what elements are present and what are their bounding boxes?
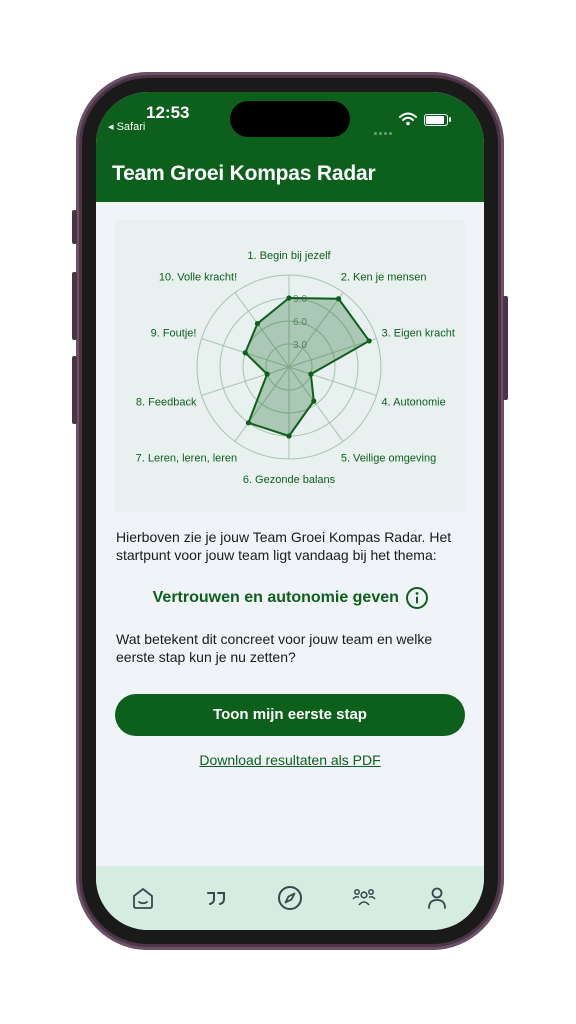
power-button <box>503 296 508 400</box>
axis-label: 8. Feedback <box>136 397 197 409</box>
app-screen: 12:53 ◂ Safari Team Groei Kompas Radar 3… <box>96 92 484 930</box>
app-header: 12:53 ◂ Safari Team Groei Kompas Radar <box>96 92 484 202</box>
download-pdf-link[interactable]: Download resultaten als PDF <box>115 752 465 768</box>
volume-up-button <box>72 272 77 340</box>
radar-point <box>311 398 317 404</box>
axis-label: 4. Autonomie <box>382 397 446 409</box>
wifi-icon <box>399 112 417 126</box>
volume-down-button <box>72 356 77 424</box>
axis-label: 3. Eigen kracht <box>382 327 455 339</box>
theme-label: Vertrouwen en autonomie geven <box>152 589 399 606</box>
team-icon <box>352 889 376 906</box>
tab-team[interactable] <box>350 884 378 912</box>
tab-home[interactable] <box>129 884 157 912</box>
axis-label: 2. Ken je mensen <box>341 271 427 283</box>
radar-point <box>242 350 248 356</box>
radar-series-area <box>244 297 371 437</box>
axis-label: 1. Begin bij jezelf <box>247 250 331 262</box>
radar-point <box>308 371 314 377</box>
radar-point <box>245 420 252 426</box>
intro-text: Hierboven zie je jouw Team Groei Kompas … <box>116 529 452 563</box>
axis-label: 10. Volle kracht! <box>159 271 237 283</box>
signal-icon <box>374 122 396 135</box>
quote-icon <box>207 892 225 905</box>
tab-profile[interactable] <box>423 884 451 912</box>
axis-label: 5. Veilige omgeving <box>341 453 436 465</box>
tab-quotes[interactable] <box>202 884 230 912</box>
radar-chart-card: 3.0 6.0 9.0 1. Begin bij jezelf 2. Ken je me… <box>115 220 465 512</box>
back-to-app-link[interactable]: ◂ Safari <box>108 120 145 133</box>
compass-icon <box>278 886 302 910</box>
action-button <box>72 210 77 244</box>
radar-chart: 3.06.09.01. Begin bij jezelf2. Ken je me… <box>136 250 455 486</box>
question-text: Wat betekent dit concreet voor jouw team… <box>116 631 433 665</box>
axis-label: 9. Foutje! <box>151 327 197 339</box>
profile-icon <box>428 887 446 909</box>
radar-point <box>286 433 292 439</box>
radar-point <box>254 320 261 327</box>
battery-tip <box>449 117 451 122</box>
page-title: Team Groei Kompas Radar <box>112 162 376 185</box>
radar-point <box>335 296 342 302</box>
radar-point <box>366 338 372 344</box>
status-time: 12:53 <box>146 103 190 122</box>
battery-icon <box>424 114 448 126</box>
dynamic-island <box>230 101 350 137</box>
axis-label: 7. Leren, leren, leren <box>136 453 238 465</box>
theme-row: Vertrouwen en autonomie geven <box>116 586 466 612</box>
show-first-step-button[interactable]: Toon mijn eerste stap <box>115 694 465 736</box>
radar-point <box>264 371 270 377</box>
axis-label: 6. Gezonde balans <box>243 474 336 486</box>
home-icon <box>133 888 153 909</box>
tab-compass[interactable] <box>276 884 304 912</box>
radar-point <box>286 295 292 301</box>
info-icon[interactable] <box>405 586 429 610</box>
bottom-tab-bar <box>96 866 484 930</box>
